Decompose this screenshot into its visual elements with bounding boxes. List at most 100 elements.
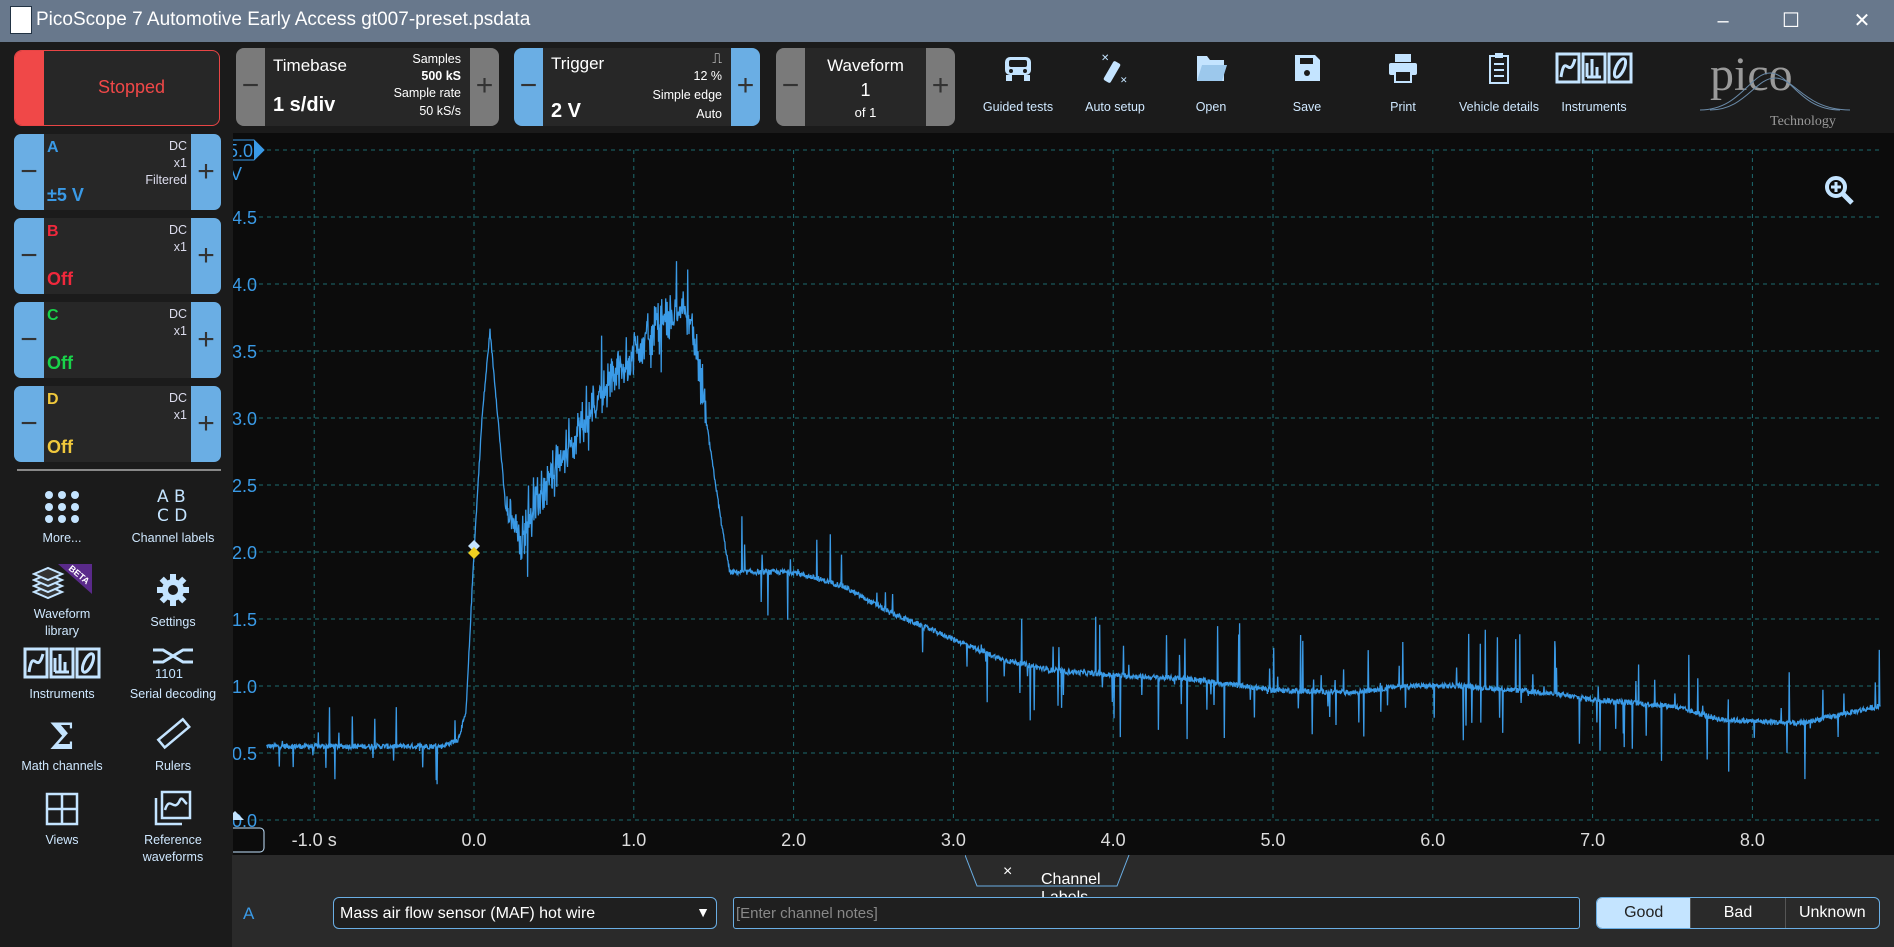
close-button[interactable]: ✕ (1842, 6, 1882, 36)
waveform-library-icon: BETA (12, 554, 112, 600)
tool-label: Channel labels (131, 531, 215, 545)
divider (17, 469, 221, 471)
x-tick-label: 5.0 (1260, 830, 1285, 850)
more-dots-icon (12, 478, 112, 524)
y-unit-label: V (233, 164, 242, 184)
guided-tests-button[interactable]: Guided tests (970, 48, 1066, 118)
zoom-in-icon[interactable] (1825, 176, 1854, 205)
rising-edge-icon[interactable]: ⎍ (712, 50, 722, 67)
channel-labels-button[interactable]: A BC D Channel labels (123, 478, 223, 547)
waveform-previous-button[interactable]: − (776, 48, 805, 126)
channel-filter: Filtered (145, 173, 187, 187)
rating-unknown-button[interactable]: Unknown (1784, 898, 1879, 928)
channel-a-card[interactable]: − A ±5 V DC x1 Filtered + (14, 134, 221, 210)
print-button[interactable]: Print (1355, 48, 1451, 118)
tool-label: Save (1292, 100, 1322, 114)
channel-c-card[interactable]: − C Off DC x1 + (14, 302, 221, 378)
channel-a-increase-button[interactable]: + (191, 134, 221, 210)
waveform-number: 1 (860, 80, 871, 100)
channel-notes-input[interactable]: [Enter channel notes] (733, 897, 1580, 929)
views-button[interactable]: Views (12, 780, 112, 849)
selected-label: Mass air flow sensor (MAF) hot wire (340, 905, 596, 922)
channel-probe: x1 (173, 156, 187, 170)
pico-technology-logo: pico Technology (1699, 48, 1875, 129)
rulers-button[interactable]: Rulers (123, 706, 223, 775)
y-tick-label: 1.5 (233, 610, 257, 630)
x-tick-label: 2.0 (781, 830, 806, 850)
waveform-count: of 1 (854, 105, 877, 120)
svg-text:Technology: Technology (1770, 114, 1836, 128)
rating-segmented-control: Good Bad Unknown (1596, 897, 1880, 929)
channel-d-decrease-button[interactable]: − (14, 386, 44, 462)
tool-label: Instruments (1561, 100, 1627, 114)
channel-d-card[interactable]: − D Off DC x1 + (14, 386, 221, 462)
instruments-button[interactable]: Instruments (1546, 48, 1642, 118)
trigger-type[interactable]: Simple edge (653, 88, 723, 102)
waveform-chart[interactable]: 0.00.51.01.52.02.53.03.54.04.5-1.0 s 0.0 1… (202, 133, 1894, 855)
svg-text:✕: ✕ (1101, 53, 1109, 64)
waveform-control: − Waveform 1 of 1 + (776, 48, 955, 126)
channel-b-decrease-button[interactable]: − (14, 218, 44, 294)
channel-b-increase-button[interactable]: + (191, 218, 221, 294)
trigger-increase-button[interactable]: + (731, 48, 760, 126)
channel-range: Off (47, 353, 73, 373)
y-tick-label: 3.5 (233, 342, 257, 362)
channel-b-card[interactable]: − B Off DC x1 + (14, 218, 221, 294)
svg-text:1101: 1101 (155, 666, 183, 680)
rating-good-button[interactable]: Good (1597, 898, 1691, 928)
rating-bad-button[interactable]: Bad (1690, 898, 1784, 928)
waveform-library-button[interactable]: BETA Waveform library (12, 554, 112, 640)
timebase-value[interactable]: 1 s/div (273, 94, 335, 117)
tool-label: Rulers (154, 759, 192, 773)
channel-a-decrease-button[interactable]: − (14, 134, 44, 210)
channel-range: ±5 V (47, 185, 84, 205)
serial-decoding-button[interactable]: 1101 Serial decoding (123, 634, 223, 703)
channel-probe: x1 (173, 240, 187, 254)
channel-c-increase-button[interactable]: + (191, 302, 221, 378)
auto-setup-button[interactable]: ✕ ✕ Auto setup (1067, 48, 1163, 118)
trigger-label: Trigger (551, 54, 605, 73)
timebase-decrease-button[interactable]: − (236, 48, 265, 126)
channel-name: A (47, 139, 59, 156)
waveform-next-button[interactable]: + (926, 48, 955, 126)
channel-d-increase-button[interactable]: + (191, 386, 221, 462)
tool-label: Print (1390, 100, 1416, 114)
timebase-increase-button[interactable]: + (470, 48, 499, 126)
instruments-icon (12, 634, 112, 680)
run-stop-button[interactable]: Stopped (14, 50, 220, 126)
save-icon (1259, 48, 1355, 88)
instruments-button[interactable]: Instruments (12, 634, 112, 703)
scope-view[interactable]: 0.0 0.5 1.0 1.5 2.0 2.5 3.0 3.5 4.0 4.5 -1.0 s 0.0 1… (202, 133, 1894, 855)
trigger-mode[interactable]: Auto (696, 107, 722, 121)
tool-label: Auto setup (1085, 100, 1145, 114)
window-title: PicoScope 7 Automotive Early Access gt00… (36, 9, 531, 30)
open-button[interactable]: Open (1163, 48, 1259, 118)
maximize-button[interactable]: ☐ (1771, 6, 1811, 36)
channel-c-decrease-button[interactable]: − (14, 302, 44, 378)
timebase-control: − Timebase 1 s/div Samples 500 kS Sample… (236, 48, 499, 126)
trigger-level[interactable]: 2 V (551, 100, 581, 123)
channel-labels-tab[interactable]: Channel Labels × (965, 855, 1165, 906)
title-bar: PicoScope 7 Automotive Early Access gt00… (0, 0, 1894, 42)
x-tick-label: -1.0 s (292, 830, 337, 850)
trigger-decrease-button[interactable]: − (514, 48, 543, 126)
samples-value[interactable]: 500 kS (421, 69, 461, 83)
tool-label: Views (45, 833, 79, 847)
vehicle-details-button[interactable]: Vehicle details (1451, 48, 1547, 118)
y-tick-label: 2.5 (233, 476, 257, 496)
more-button[interactable]: More... (12, 478, 112, 547)
reference-waveforms-button[interactable]: Reference waveforms (123, 780, 223, 866)
channel-probe: x1 (173, 324, 187, 338)
tool-label: Math channels (21, 759, 103, 773)
clipboard-icon (1451, 48, 1547, 88)
close-tab-icon[interactable]: × (1003, 863, 1012, 880)
math-channels-button[interactable]: Σ Math channels (12, 706, 112, 775)
channel-label-select[interactable]: Mass air flow sensor (MAF) hot wire ▼ (333, 897, 717, 929)
svg-text:A B: A B (157, 487, 186, 507)
x-tick-label: 0.0 (461, 830, 486, 850)
minimize-button[interactable]: – (1703, 6, 1743, 36)
settings-button[interactable]: Settings (123, 562, 223, 631)
x-axis-marker (212, 827, 265, 853)
y-tick-label: 1.0 (233, 677, 257, 697)
save-button[interactable]: Save (1259, 48, 1355, 118)
